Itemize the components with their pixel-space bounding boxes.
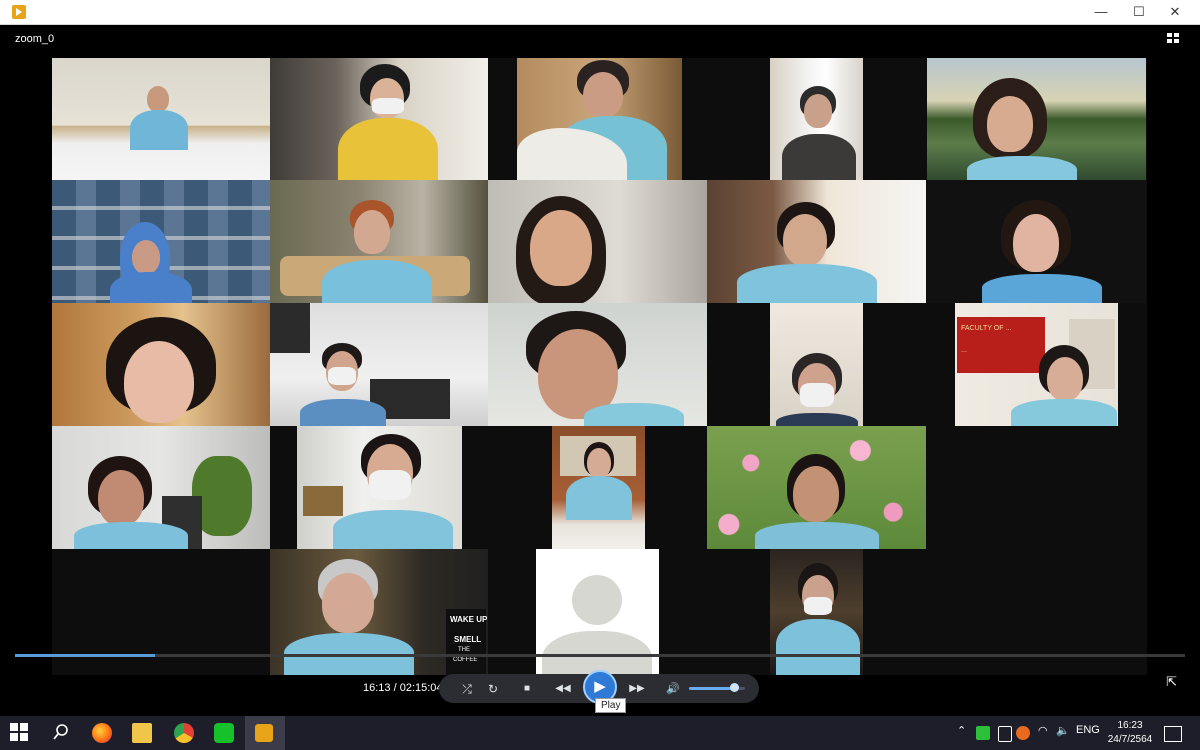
participant-tile <box>707 426 926 549</box>
participant-tile <box>52 426 270 549</box>
participant-tile <box>770 58 863 180</box>
volume-slider[interactable] <box>689 683 745 692</box>
windows-start-icon[interactable] <box>10 723 30 743</box>
participant-tile <box>270 303 488 426</box>
time-separator: / <box>390 682 400 694</box>
shuffle-icon[interactable]: ⤮ <box>457 679 477 699</box>
participant-tile <box>270 58 488 180</box>
faculty-sign-text: FACULTY OF ... <box>961 325 1012 332</box>
clock-time: 16:23 <box>1117 720 1143 731</box>
notifications-icon[interactable] <box>1164 726 1182 742</box>
participant-tile: FACULTY OF ... ... <box>955 303 1118 426</box>
line-app-icon[interactable] <box>214 723 234 743</box>
participant-tile <box>552 426 645 549</box>
fox-tray-icon[interactable] <box>1016 726 1030 740</box>
poster-text-smell: SMELL <box>454 635 482 644</box>
firefox-icon[interactable] <box>92 723 112 743</box>
previous-button[interactable]: ◀◀ <box>549 679 577 699</box>
windows-taskbar: ⌃ ◠ 🔈 ENG 16:23 24/7/2564 <box>0 716 1200 750</box>
participant-tile <box>927 58 1146 180</box>
poster-text-coffee: COFFEE <box>453 657 478 663</box>
mini-view-icon[interactable] <box>1167 33 1181 45</box>
minimize-button[interactable]: — <box>1082 0 1120 24</box>
total-time: 02:15:04 <box>399 682 443 694</box>
participant-tile <box>488 180 707 303</box>
speaker-icon[interactable]: 🔈 <box>1056 724 1070 737</box>
language-indicator[interactable]: ENG <box>1076 724 1100 736</box>
repeat-icon[interactable]: ↻ <box>483 679 503 699</box>
poster-text-wake-up: WAKE UP <box>450 615 488 624</box>
participant-tile <box>770 303 863 426</box>
participant-tile <box>707 180 926 303</box>
video-frame[interactable]: FACULTY OF ... ... WAKE UP SMELL THE COF… <box>52 58 1147 675</box>
fullscreen-icon[interactable]: ⇱ <box>1166 674 1177 690</box>
seek-bar[interactable] <box>15 654 1185 657</box>
participant-tile <box>270 180 488 303</box>
seek-progress <box>15 654 156 657</box>
participant-tile <box>517 58 682 180</box>
next-button[interactable]: ▶▶ <box>623 679 651 699</box>
search-icon[interactable] <box>52 723 72 743</box>
window-titlebar: — ☐ ✕ <box>0 0 1200 25</box>
usb-icon[interactable] <box>998 726 1012 742</box>
volume-knob[interactable] <box>729 683 739 692</box>
volume-icon[interactable]: 🔊 <box>663 679 683 699</box>
file-title: zoom_0 <box>15 33 55 45</box>
media-player: zoom_0 FACULTY OF ... ... WAKE UP SMELL … <box>7 25 1193 713</box>
close-button[interactable]: ✕ <box>1156 0 1194 24</box>
maximize-button[interactable]: ☐ <box>1120 0 1158 24</box>
clock-date: 24/7/2564 <box>1107 734 1153 745</box>
participant-tile <box>52 303 270 426</box>
faculty-sign-subtext: ... <box>961 347 967 354</box>
participant-tile <box>927 180 1146 303</box>
avatar-placeholder <box>572 575 622 625</box>
current-time: 16:13 <box>363 682 391 694</box>
chrome-icon[interactable] <box>174 723 194 743</box>
volume-level <box>689 687 734 690</box>
time-display: 16:13 / 02:15:04 <box>363 682 443 694</box>
participant-tile <box>52 58 270 180</box>
participant-tile <box>488 303 707 426</box>
file-explorer-icon[interactable] <box>132 723 152 743</box>
taskbar-clock[interactable]: 16:23 24/7/2564 <box>1100 719 1160 747</box>
media-player-icon <box>12 5 26 19</box>
participant-tile <box>52 180 270 303</box>
play-tooltip: Play <box>595 698 627 713</box>
stop-button[interactable]: ■ <box>517 679 537 699</box>
poster-text-the: THE <box>458 647 470 653</box>
wifi-icon[interactable]: ◠ <box>1038 724 1048 737</box>
participant-tile <box>297 426 462 549</box>
line-tray-icon[interactable] <box>976 726 990 740</box>
media-player-task-active[interactable] <box>245 716 285 750</box>
show-hidden-icons[interactable]: ⌃ <box>957 724 966 737</box>
